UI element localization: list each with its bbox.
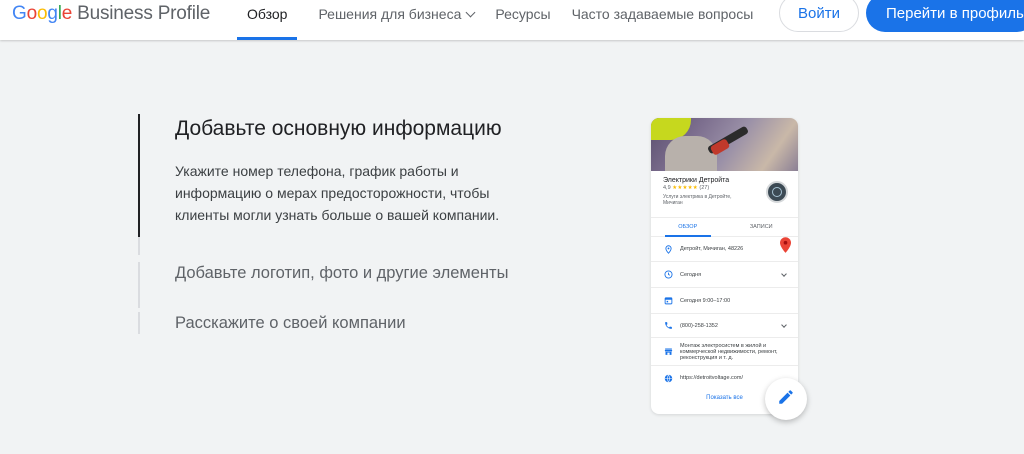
login-button[interactable]: Войти	[779, 0, 859, 32]
nav-business-solutions-label: Решения для бизнеса	[318, 6, 462, 22]
clock-icon	[664, 270, 673, 279]
step-indicator	[138, 312, 140, 334]
nav-faq[interactable]: Часто задаваемые вопросы	[572, 0, 754, 40]
business-header: Электрики Детройта 4,9 ★★★★★ (27) Услуги…	[651, 171, 798, 217]
go-to-profile-button[interactable]: Перейти в профиль	[866, 0, 1024, 32]
services-row[interactable]: Монтаж электросистем в жилой и коммерчес…	[651, 338, 798, 366]
step-indicator	[138, 237, 140, 255]
map-pin-icon	[780, 237, 791, 253]
step-description: Укажите номер телефона, график работы и …	[175, 163, 500, 223]
step-title: Добавьте основную информацию	[175, 117, 502, 140]
logo-product-name: Business Profile	[77, 3, 211, 24]
star-rating-icon: ★★★★★	[672, 185, 698, 191]
edit-button[interactable]	[765, 378, 807, 420]
step-logo-photos[interactable]: Добавьте логотип, фото и другие элементы	[138, 262, 518, 308]
step-basic-info[interactable]: Добавьте основную информацию Укажите ном…	[138, 114, 518, 255]
business-logo	[766, 181, 788, 203]
phone-row[interactable]: (800)-258-1352	[651, 314, 798, 338]
business-cover-photo	[651, 118, 798, 171]
nav-overview[interactable]: Обзор	[237, 0, 298, 40]
phone-icon	[664, 321, 673, 330]
step-title: Добавьте логотип, фото и другие элементы	[175, 264, 509, 282]
hours-detail-row[interactable]: Сегодня 9:00–17:00	[651, 288, 798, 314]
location-pin-icon	[664, 244, 673, 254]
calendar-icon	[664, 296, 673, 305]
top-bar: Google Business Profile Обзор Решения для…	[0, 0, 1024, 40]
store-icon	[664, 347, 673, 356]
steps-list: Добавьте основную информацию Укажите ном…	[138, 114, 518, 335]
edit-pencil-icon	[777, 388, 795, 411]
nav-business-solutions[interactable]: Решения для бизнеса	[318, 0, 476, 40]
address-row[interactable]: Детройт, Мичиган, 48226	[651, 237, 798, 262]
tab-bookings[interactable]: ЗАПИСИ	[725, 218, 799, 236]
step-indicator-active	[138, 114, 140, 237]
globe-icon	[664, 374, 673, 383]
step-about-company[interactable]: Расскажите о своей компании	[138, 312, 518, 335]
step-title: Расскажите о своей компании	[175, 314, 406, 332]
step-indicator	[138, 262, 140, 308]
google-business-profile-logo[interactable]: Google Business Profile	[12, 3, 210, 25]
business-category: Услуги электрика в Детройте, Мичиган	[663, 194, 732, 206]
hours-row[interactable]: Сегодня	[651, 262, 798, 288]
chevron-down-icon	[465, 7, 476, 18]
tab-overview[interactable]: ОБЗОР	[651, 218, 725, 237]
main-nav: Обзор Решения для бизнеса Ресурсы Часто …	[237, 0, 774, 40]
nav-resources[interactable]: Ресурсы	[495, 0, 550, 40]
card-tabs: ОБЗОР ЗАПИСИ	[651, 217, 798, 237]
business-profile-preview-card: Электрики Детройта 4,9 ★★★★★ (27) Услуги…	[651, 118, 798, 414]
